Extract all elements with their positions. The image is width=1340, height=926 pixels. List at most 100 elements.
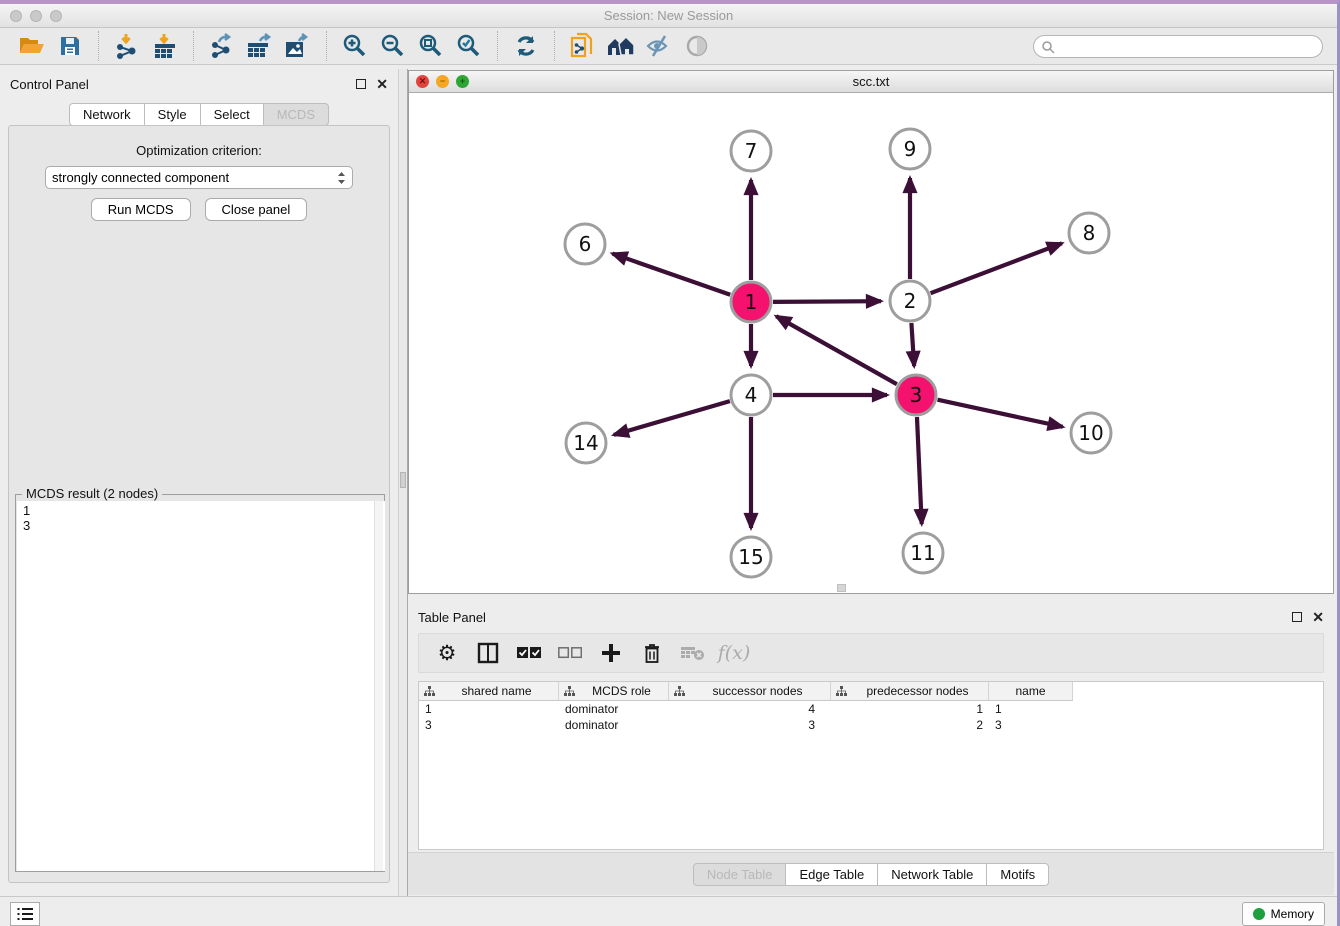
tab-network[interactable]: Network: [69, 103, 145, 126]
zoom-fit-button[interactable]: [415, 31, 447, 61]
graph-edge-2-8[interactable]: [931, 243, 1062, 293]
table-cell[interactable]: 1: [989, 701, 1073, 717]
graph-node-14[interactable]: 14: [566, 423, 606, 463]
save-session-button[interactable]: [54, 31, 86, 61]
minimize-window-button[interactable]: [30, 10, 42, 22]
export-table-button[interactable]: [244, 31, 276, 61]
panel-divider[interactable]: [398, 69, 408, 896]
graph-node-1[interactable]: 1: [731, 282, 771, 322]
graph-edge-3-10[interactable]: [937, 400, 1062, 427]
table-cell[interactable]: dominator: [559, 717, 669, 733]
graph-edge-3-1[interactable]: [776, 316, 897, 384]
first-neighbors-button[interactable]: [605, 31, 637, 61]
import-network-button[interactable]: [111, 31, 143, 61]
memory-label: Memory: [1271, 907, 1314, 921]
network-minimize-button[interactable]: −: [436, 75, 449, 88]
graph-node-6[interactable]: 6: [565, 224, 605, 264]
table-row[interactable]: 1dominator411: [419, 701, 1323, 717]
table-row[interactable]: 3dominator323: [419, 717, 1323, 733]
node-table[interactable]: shared nameMCDS rolesuccessor nodesprede…: [418, 681, 1324, 850]
graph-edge-1-2[interactable]: [773, 301, 881, 302]
table-cell[interactable]: dominator: [559, 701, 669, 717]
table-cell[interactable]: 1: [419, 701, 559, 717]
show-hidden-button[interactable]: [681, 31, 713, 61]
network-window-titlebar[interactable]: ✕ − + scc.txt: [409, 71, 1333, 93]
function-builder-button[interactable]: f(x): [720, 639, 748, 667]
float-panel-icon[interactable]: [356, 79, 366, 89]
close-window-button[interactable]: [10, 10, 22, 22]
graph-node-3[interactable]: 3: [896, 375, 936, 415]
column-header-name[interactable]: name: [989, 682, 1073, 701]
control-panel-tabs: NetworkStyleSelectMCDS: [0, 103, 398, 126]
export-network-button[interactable]: [206, 31, 238, 61]
add-column-button[interactable]: [597, 639, 625, 667]
tab-style[interactable]: Style: [145, 103, 201, 126]
graph-node-8[interactable]: 8: [1069, 213, 1109, 253]
graph-node-2[interactable]: 2: [890, 281, 930, 321]
graph-node-15[interactable]: 15: [731, 537, 771, 577]
table-cell[interactable]: 3: [419, 717, 559, 733]
maximize-window-button[interactable]: [50, 10, 62, 22]
open-session-button[interactable]: [16, 31, 48, 61]
select-all-button[interactable]: [515, 639, 543, 667]
close-panel-icon[interactable]: ✕: [376, 79, 388, 89]
run-mcds-button[interactable]: Run MCDS: [91, 198, 191, 221]
graph-edge-3-11[interactable]: [917, 417, 922, 524]
column-header-shared-name[interactable]: shared name: [419, 682, 559, 701]
network-scrollbar-thumb[interactable]: [837, 584, 846, 592]
table-cell[interactable]: 3: [669, 717, 831, 733]
delete-column-button[interactable]: [638, 639, 666, 667]
search-box[interactable]: [1033, 35, 1323, 58]
hide-selected-button[interactable]: [643, 31, 675, 61]
graph-node-10[interactable]: 10: [1071, 413, 1111, 453]
network-maximize-button[interactable]: +: [456, 75, 469, 88]
fx-icon: f(x): [718, 642, 751, 664]
float-table-panel-icon[interactable]: [1292, 612, 1302, 622]
close-panel-button[interactable]: Close panel: [205, 198, 308, 221]
table-cell[interactable]: 4: [669, 701, 831, 717]
svg-text:9: 9: [904, 137, 917, 161]
divider-grip[interactable]: [400, 472, 406, 488]
delete-table-button[interactable]: [679, 639, 707, 667]
zoom-selected-button[interactable]: [453, 31, 485, 61]
toolbar-separator: [98, 31, 99, 61]
network-close-button[interactable]: ✕: [416, 75, 429, 88]
graph-edge-4-14[interactable]: [614, 401, 730, 435]
export-image-button[interactable]: [282, 31, 314, 61]
tab-motifs[interactable]: Motifs: [987, 863, 1049, 886]
refresh-button[interactable]: [510, 31, 542, 61]
graph-node-9[interactable]: 9: [890, 129, 930, 169]
network-canvas[interactable]: 7 9 6 8 1 2 4 3 14 10 15 11: [409, 93, 1333, 593]
graph-edge-2-3[interactable]: [911, 323, 914, 366]
graph-node-4[interactable]: 4: [731, 375, 771, 415]
zoom-in-button[interactable]: [339, 31, 371, 61]
close-table-panel-icon[interactable]: ✕: [1312, 612, 1324, 622]
graph-node-7[interactable]: 7: [731, 131, 771, 171]
search-input[interactable]: [1055, 40, 1310, 54]
deselect-all-button[interactable]: [556, 639, 584, 667]
table-cell[interactable]: 3: [989, 717, 1073, 733]
table-cell[interactable]: 1: [831, 701, 989, 717]
table-settings-button[interactable]: ⚙: [433, 639, 461, 667]
graph-node-11[interactable]: 11: [903, 533, 943, 573]
optimization-criterion-select[interactable]: strongly connected component: [45, 166, 353, 189]
zoom-out-button[interactable]: [377, 31, 409, 61]
mcds-result-text[interactable]: 1 3: [17, 501, 385, 871]
table-cell[interactable]: 2: [831, 717, 989, 733]
split-view-button[interactable]: [474, 639, 502, 667]
tab-mcds[interactable]: MCDS: [264, 103, 329, 126]
import-table-button[interactable]: [149, 31, 181, 61]
tab-select[interactable]: Select: [201, 103, 264, 126]
result-scrollbar[interactable]: [374, 501, 383, 871]
tab-edge-table[interactable]: Edge Table: [786, 863, 878, 886]
graph-edge-1-6[interactable]: [612, 254, 730, 295]
clone-network-button[interactable]: [567, 31, 599, 61]
memory-button[interactable]: Memory: [1242, 902, 1325, 926]
column-header-successor-nodes[interactable]: successor nodes: [669, 682, 831, 701]
show-task-history-button[interactable]: [10, 902, 40, 926]
column-header-mcds-role[interactable]: MCDS role: [559, 682, 669, 701]
column-header-predecessor-nodes[interactable]: predecessor nodes: [831, 682, 989, 701]
tab-node-table[interactable]: Node Table: [693, 863, 787, 886]
tab-network-table[interactable]: Network Table: [878, 863, 987, 886]
svg-text:11: 11: [910, 541, 935, 565]
